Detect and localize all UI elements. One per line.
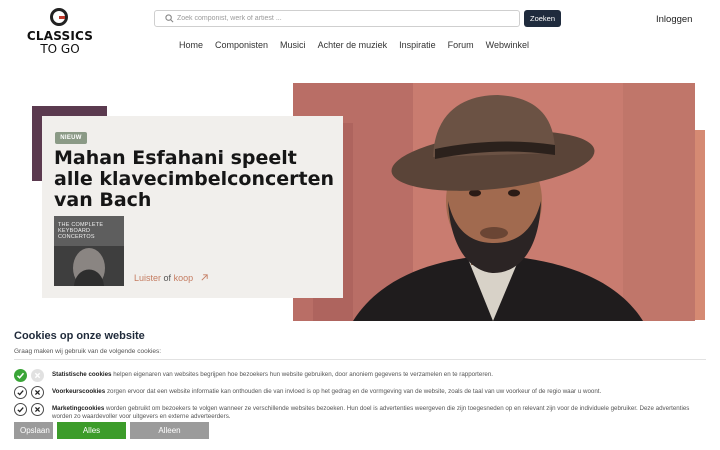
cookie-description: Voorkeurscookies zorgen ervoor dat een w… xyxy=(52,388,702,396)
check-icon xyxy=(17,407,24,413)
album-title: The complete keyboard concertos xyxy=(58,222,104,240)
nav-item-webwinkel[interactable]: Webwinkel xyxy=(486,40,529,50)
search-button[interactable]: Zoeken xyxy=(524,10,561,27)
divider xyxy=(14,359,706,360)
search-box xyxy=(154,10,520,27)
close-icon xyxy=(34,406,41,413)
logo-text-line2: TO GO xyxy=(40,42,80,56)
nav-item-achter-de-muziek[interactable]: Achter de muziek xyxy=(318,40,388,50)
listen-link[interactable]: Luister xyxy=(134,273,161,283)
new-badge: NIEUW xyxy=(55,132,87,144)
hero-card: NIEUW Mahan Esfahani speelt alle klaveci… xyxy=(42,116,343,298)
cookie-title: Cookies op onze website xyxy=(14,330,145,342)
buy-link[interactable]: koop xyxy=(174,273,194,283)
site-logo[interactable]: CLASSICS TO GO xyxy=(24,8,96,58)
accept-statistics-toggle[interactable] xyxy=(14,369,27,382)
arrow-up-right-icon[interactable] xyxy=(200,273,209,282)
cookie-explanation: helpen eigenaren van websites begrijpen … xyxy=(113,371,493,378)
cookie-banner: Cookies op onze website Graag maken wij … xyxy=(0,321,720,450)
nav-item-inspiratie[interactable]: Inspiratie xyxy=(399,40,436,50)
login-link[interactable]: Inloggen xyxy=(656,14,692,25)
nav-item-home[interactable]: Home xyxy=(179,40,203,50)
hero-title[interactable]: Mahan Esfahani speelt alle klavecimbelco… xyxy=(54,148,339,211)
cookie-description: Statistische cookies helpen eigenaren va… xyxy=(52,371,702,379)
accept-all-button[interactable]: Alles accepteren xyxy=(57,422,126,450)
album-cover[interactable]: The complete keyboard concertos xyxy=(54,216,124,286)
nav-item-componisten[interactable]: Componisten xyxy=(215,40,268,50)
logo-mark-icon xyxy=(50,8,68,26)
cookie-explanation: worden gebruikt om bezoekers te volgen w… xyxy=(52,405,690,420)
reject-preferences-toggle[interactable] xyxy=(31,386,44,399)
cookie-name: Marketingcookies xyxy=(52,405,105,412)
close-icon xyxy=(34,389,41,396)
portrait-illustration xyxy=(293,83,695,321)
check-icon xyxy=(16,372,25,379)
logo-text-line1: CLASSICS xyxy=(26,29,94,43)
hero-photo[interactable] xyxy=(293,83,695,321)
cookie-buttons: Opslaan Alles accepteren Alleen noodzake… xyxy=(14,422,209,450)
accept-marketing-toggle[interactable] xyxy=(14,403,27,416)
nav-item-musici[interactable]: Musici xyxy=(280,40,306,50)
cookie-name: Voorkeurscookies xyxy=(52,388,106,395)
search-input[interactable] xyxy=(177,12,507,25)
cookie-description: Marketingcookies worden gebruikt om bezo… xyxy=(52,405,702,421)
main-nav: Home Componisten Musici Achter de muziek… xyxy=(179,40,529,50)
page: CLASSICS TO GO Zoeken Inloggen Home Comp… xyxy=(0,0,720,450)
cookie-name: Statistische cookies xyxy=(52,371,112,378)
search-icon xyxy=(165,14,174,23)
necessary-only-button[interactable]: Alleen noodzakelijk xyxy=(130,422,209,450)
cookie-intro: Graag maken wij gebruik van de volgende … xyxy=(14,348,162,355)
reject-statistics-toggle[interactable] xyxy=(31,369,44,382)
save-button[interactable]: Opslaan xyxy=(14,422,53,439)
or-text: of xyxy=(163,273,172,283)
reject-marketing-toggle[interactable] xyxy=(31,403,44,416)
cookie-explanation: zorgen ervoor dat een website informatie… xyxy=(106,388,602,395)
accept-preferences-toggle[interactable] xyxy=(14,386,27,399)
nav-item-forum[interactable]: Forum xyxy=(448,40,474,50)
listen-or-buy: Luister of koop xyxy=(134,273,209,283)
close-icon xyxy=(34,372,41,379)
check-icon xyxy=(17,390,24,396)
